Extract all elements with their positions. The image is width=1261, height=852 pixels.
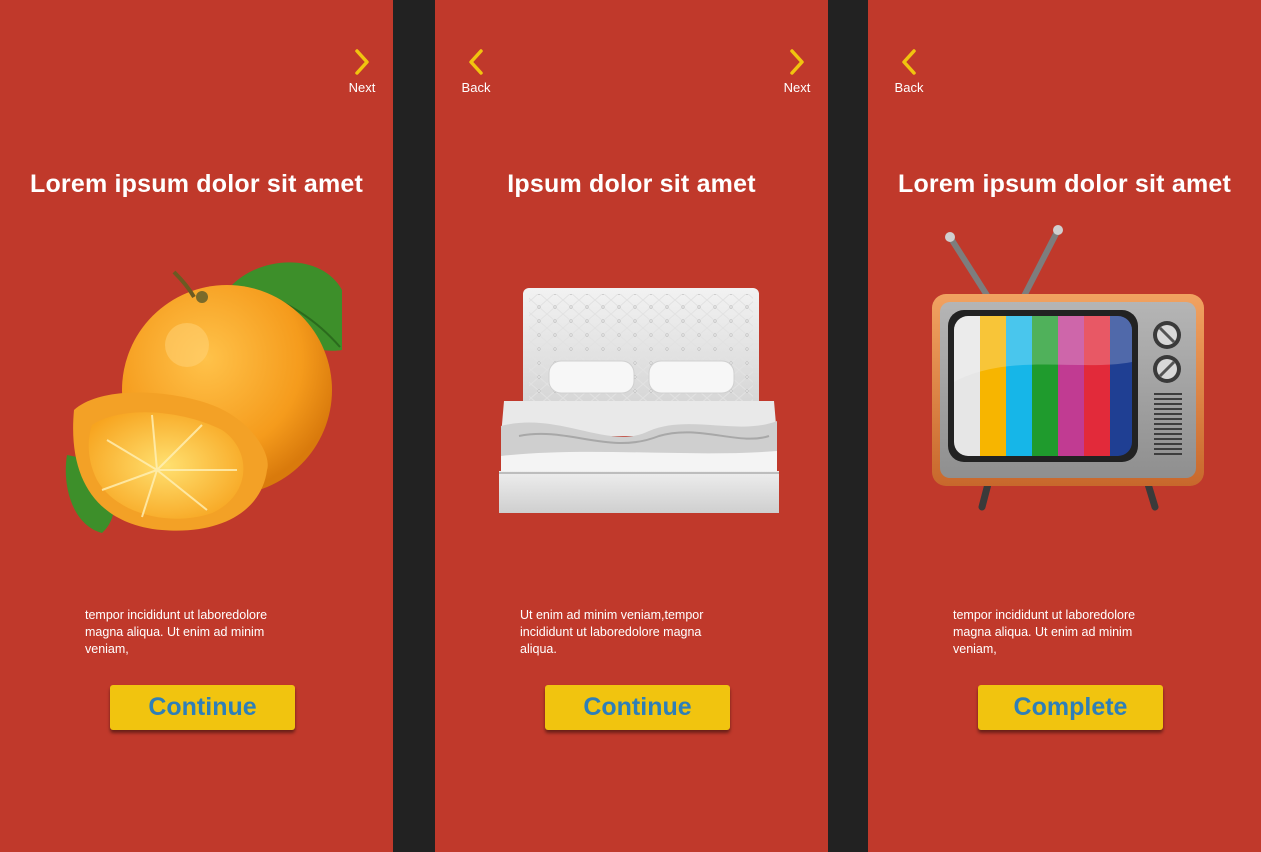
complete-button[interactable]: Complete [978,685,1163,730]
orange-image [65,262,342,533]
continue-button[interactable]: Continue [545,685,730,730]
onboarding-screen-3: Back Lorem ipsum dolor sit amet tempor i… [868,0,1261,852]
continue-button[interactable]: Continue [110,685,295,730]
screen-description: tempor incididunt ut laboredolore magna … [953,608,1136,656]
tv-image [932,225,1204,511]
back-label: Back [461,80,491,95]
screen-title: Lorem ipsum dolor sit amet [29,170,364,198]
back-label: Back [894,80,924,95]
chevron-left-icon [902,49,916,75]
next-button[interactable]: Next [332,48,392,95]
chevron-right-icon [355,49,369,75]
back-button[interactable]: Back [446,48,506,95]
next-button[interactable]: Next [767,48,827,95]
screen-title: Lorem ipsum dolor sit amet [897,170,1232,198]
screen-description: Ut enim ad minim veniam,tempor incididun… [520,608,704,656]
screen-description: tempor incididunt ut laboredolore magna … [85,608,268,656]
onboarding-screen-2: Back Next Ipsum dolor sit amet Ut enim a… [435,0,828,852]
back-button[interactable]: Back [879,48,939,95]
next-label: Next [348,80,376,95]
onboarding-screen-1: Next Lorem ipsum dolor sit amet tempor i… [0,0,393,852]
next-label: Next [783,80,811,95]
bed-image [499,288,779,513]
screen-title: Ipsum dolor sit amet [507,170,756,198]
chevron-right-icon [790,49,804,75]
chevron-left-icon [469,49,483,75]
